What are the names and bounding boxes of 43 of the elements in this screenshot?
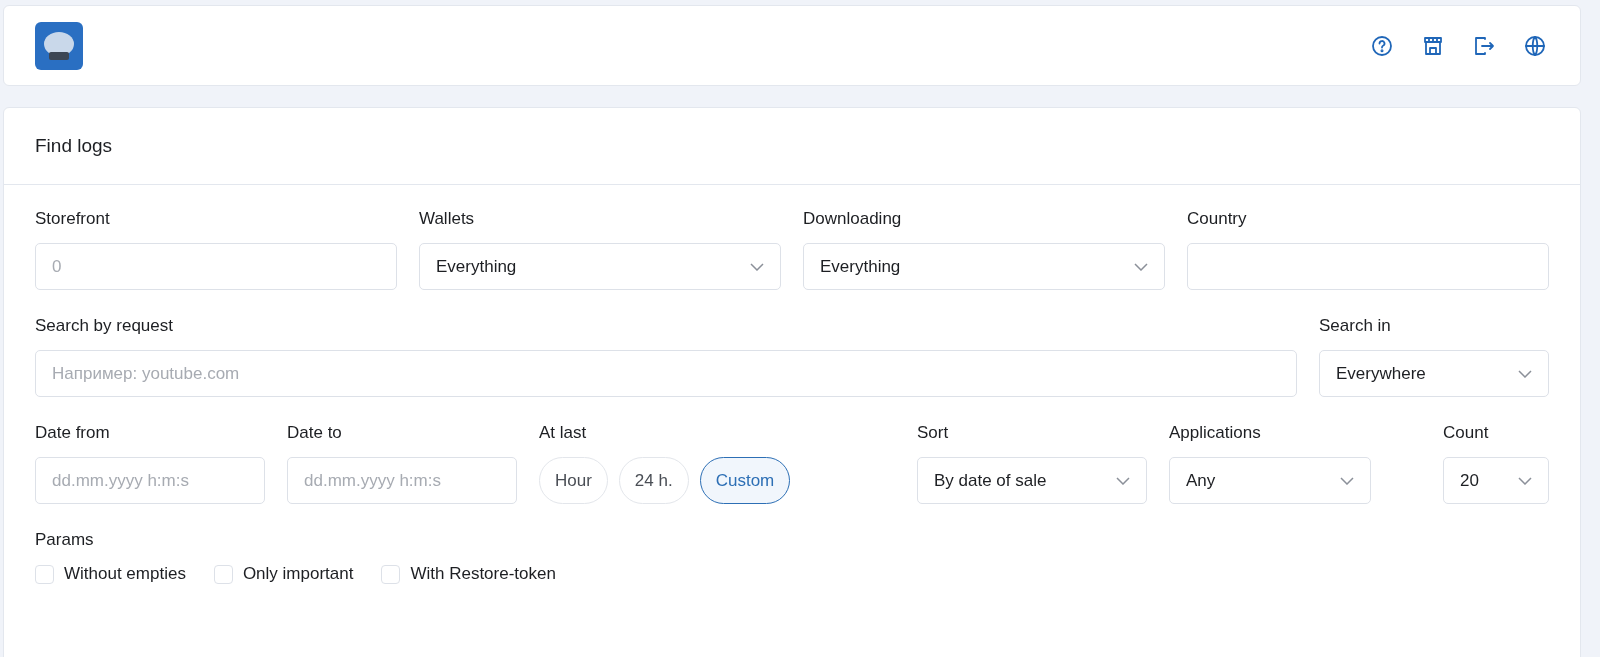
- input-field[interactable]: dd.mm.yyyy h:m:s: [35, 457, 265, 504]
- help-icon[interactable]: [1370, 33, 1394, 58]
- chevron-down-icon: [1116, 476, 1130, 485]
- chevron-down-icon: [1518, 476, 1532, 485]
- field-label: Applications: [1169, 423, 1262, 443]
- checkbox[interactable]: [35, 564, 54, 584]
- field-label: Sort: [917, 423, 950, 443]
- dropdown[interactable]: Everywhere: [1319, 350, 1549, 397]
- checkbox-label: Without empties: [64, 564, 186, 584]
- checkbox[interactable]: [213, 564, 233, 584]
- chevron-down-icon: [1518, 369, 1532, 378]
- dropdown[interactable]: Everything: [803, 243, 1165, 290]
- chevron-down-icon: [1134, 262, 1148, 271]
- panel-title: Find logs: [35, 135, 113, 157]
- dropdown[interactable]: Any: [1169, 457, 1371, 504]
- time-range-chip[interactable]: Custom: [699, 457, 791, 504]
- dropdown[interactable]: 20: [1443, 457, 1549, 504]
- input-field[interactable]: [1187, 243, 1549, 290]
- input-field[interactable]: dd.mm.yyyy h:m:s: [287, 457, 517, 504]
- field-label: Search in: [1319, 316, 1392, 336]
- field-label: Date to: [287, 423, 343, 443]
- field-label: Search by request: [35, 316, 174, 336]
- app-logo-icon: [35, 21, 83, 70]
- checkbox-label: With Restore-token: [410, 564, 556, 584]
- params-label: Params: [35, 530, 95, 550]
- checkbox[interactable]: [381, 564, 401, 584]
- field-label: Country: [1187, 209, 1248, 229]
- chevron-down-icon: [750, 262, 764, 271]
- field-label: Date from: [35, 423, 111, 443]
- chevron-down-icon: [1340, 476, 1354, 485]
- dropdown[interactable]: Everything: [419, 243, 781, 290]
- dropdown[interactable]: By date of sale: [917, 457, 1147, 504]
- field-label: Wallets: [419, 209, 476, 229]
- time-range-chip[interactable]: 24 h.: [618, 457, 689, 504]
- field-label: Downloading: [803, 209, 903, 229]
- input-field[interactable]: 0: [35, 243, 397, 290]
- field-label: Count: [1443, 423, 1490, 443]
- field-label: At last: [539, 423, 588, 443]
- checkbox-label: Only important: [242, 564, 354, 584]
- field-label: Storefront: [35, 209, 111, 229]
- input-field[interactable]: Например: youtube.com: [35, 350, 1297, 397]
- time-range-chip[interactable]: Hour: [539, 457, 608, 504]
- globe-icon[interactable]: [1523, 33, 1547, 58]
